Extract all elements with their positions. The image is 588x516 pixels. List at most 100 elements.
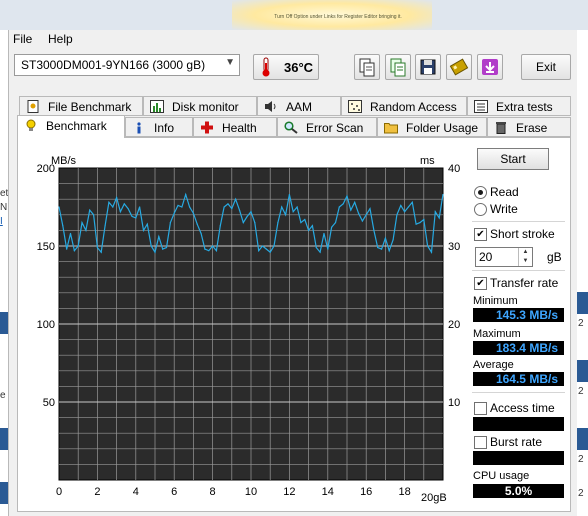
transfer-rate-point (231, 207, 233, 210)
transfer-rate-point (438, 217, 440, 219)
random-access-icon (348, 100, 362, 113)
save-icon (420, 59, 436, 75)
transfer-rate-point (284, 214, 287, 216)
short-stroke-size-input[interactable]: 20 ▲ ▼ (475, 247, 533, 267)
x-tick-label: 14 (322, 486, 334, 498)
tab-extra-tests[interactable]: Extra tests (467, 96, 571, 116)
x-tick-label: 18 (398, 486, 410, 498)
transfer-rate-point (323, 232, 325, 235)
transfer-rate-point (281, 206, 283, 208)
transfer-rate-point (419, 222, 421, 224)
transfer-rate-point (365, 214, 367, 216)
write-radio-indicator (474, 203, 487, 216)
transfer-rate-point (154, 251, 156, 253)
screenshot-icon (449, 58, 469, 76)
file-benchmark-icon (27, 100, 39, 113)
transfer-rate-point (223, 206, 225, 208)
tab-folder-usage[interactable]: Folder Usage (377, 117, 487, 137)
transfer-rate-point (250, 211, 252, 213)
banner-text: Turn Off Option under Links for Register… (274, 14, 402, 20)
hdtune-window: File Help ST3000DM001-9YN166 (3000 gB) ▼… (8, 30, 577, 516)
transfer-rate-point (139, 206, 141, 208)
save-button[interactable] (415, 54, 441, 80)
separator (472, 270, 565, 271)
copy-text-button[interactable] (385, 54, 411, 80)
y-tick-label-right: 10 (448, 397, 460, 409)
tab-aam[interactable]: AAM (257, 96, 341, 116)
magnifier-icon (284, 121, 298, 134)
burst-rate-label: Burst rate (490, 435, 543, 449)
transfer-rate-chart: MB/s ms 20gB 50100150200102030400 2 4 6 8 10 1… (37, 155, 461, 504)
transfer-rate-point (66, 248, 68, 250)
separator (472, 392, 565, 393)
tab-benchmark[interactable]: Benchmark (17, 115, 125, 138)
x-tick-label: 4 (133, 486, 139, 498)
x-tick-label: 0 (56, 486, 62, 498)
transfer-rate-point (142, 229, 145, 231)
transfer-rate-point (258, 250, 260, 252)
transfer-rate-point (116, 197, 118, 199)
x-tick-label: 12 (283, 486, 295, 498)
y-axis-label-right: ms (420, 155, 435, 167)
folder-icon (384, 123, 398, 134)
thermometer-icon (262, 57, 270, 77)
transfer-rate-point (354, 201, 356, 203)
transfer-rate-point (423, 218, 425, 221)
transfer-rate-point (92, 214, 95, 216)
transfer-rate-point (304, 218, 306, 221)
checkbox-box (474, 402, 487, 415)
transfer-rate-point (369, 207, 371, 210)
benchmark-chart: MB/s ms 20gB 50 100 150 200 10 20 30 40 0 2 4 6 8 10 1… (21, 150, 461, 510)
short-stroke-size-value: 20 (479, 250, 493, 264)
transfer-rate-point (162, 248, 164, 250)
y-tick-label-left: 200 (37, 163, 55, 175)
tab-disk-monitor[interactable]: Disk monitor (143, 96, 257, 116)
transfer-rate-point (265, 248, 267, 250)
cpu-usage-value: 5.0% (473, 484, 564, 498)
transfer-rate-point (185, 193, 187, 196)
spinner-arrows-icon[interactable]: ▲ ▼ (518, 248, 532, 266)
tab-erase[interactable]: Erase (487, 117, 571, 137)
download-button[interactable] (477, 54, 503, 80)
transfer-rate-point (127, 207, 129, 210)
minimum-value: 145.3 MB/s (473, 308, 564, 322)
transfer-rate-point (331, 226, 333, 228)
drive-select[interactable]: ST3000DM001-9YN166 (3000 gB) ▼ (14, 54, 240, 76)
transfer-rate-point (357, 212, 360, 214)
transfer-rate-point (208, 250, 210, 252)
tab-file-benchmark[interactable]: File Benchmark (19, 96, 143, 116)
transfer-rate-point (238, 209, 241, 211)
copy-info-button[interactable] (354, 54, 380, 80)
transfer-rate-point (196, 223, 198, 225)
tab-error-scan[interactable]: Error Scan (277, 117, 377, 137)
transfer-rate-point (192, 212, 194, 214)
transfer-rate-point (212, 245, 214, 247)
check-icon: ✔ (474, 277, 487, 290)
read-label: Read (490, 185, 519, 199)
transfer-rate-point (188, 206, 191, 208)
exit-button[interactable]: Exit (521, 54, 571, 80)
disk-monitor-icon (150, 100, 164, 113)
temperature-display[interactable]: 36°C (253, 54, 319, 80)
y-tick-label-right: 30 (448, 241, 460, 253)
transfer-rate-point (100, 251, 102, 253)
menu-help[interactable]: Help (48, 32, 73, 46)
speaker-icon (265, 101, 276, 112)
screenshot-button[interactable] (446, 54, 472, 80)
transfer-rate-point (150, 245, 152, 247)
transfer-rate-point (407, 206, 410, 208)
transfer-rate-point (69, 232, 72, 235)
menu-file[interactable]: File (13, 32, 32, 46)
transfer-rate-point (177, 204, 179, 207)
y-tick-label-left: 150 (37, 241, 55, 253)
transfer-rate-point (434, 211, 436, 213)
transfer-rate-label: Transfer rate (490, 276, 559, 290)
tab-health[interactable]: Health (193, 117, 277, 137)
transfer-rate-point (327, 248, 329, 250)
transfer-rate-point (77, 245, 79, 247)
short-stroke-label: Short stroke (490, 227, 555, 241)
tab-random-access[interactable]: Random Access (341, 96, 467, 116)
tab-info[interactable]: Info (125, 117, 193, 137)
transfer-rate-point (334, 222, 337, 224)
start-button[interactable]: Start (477, 148, 549, 170)
